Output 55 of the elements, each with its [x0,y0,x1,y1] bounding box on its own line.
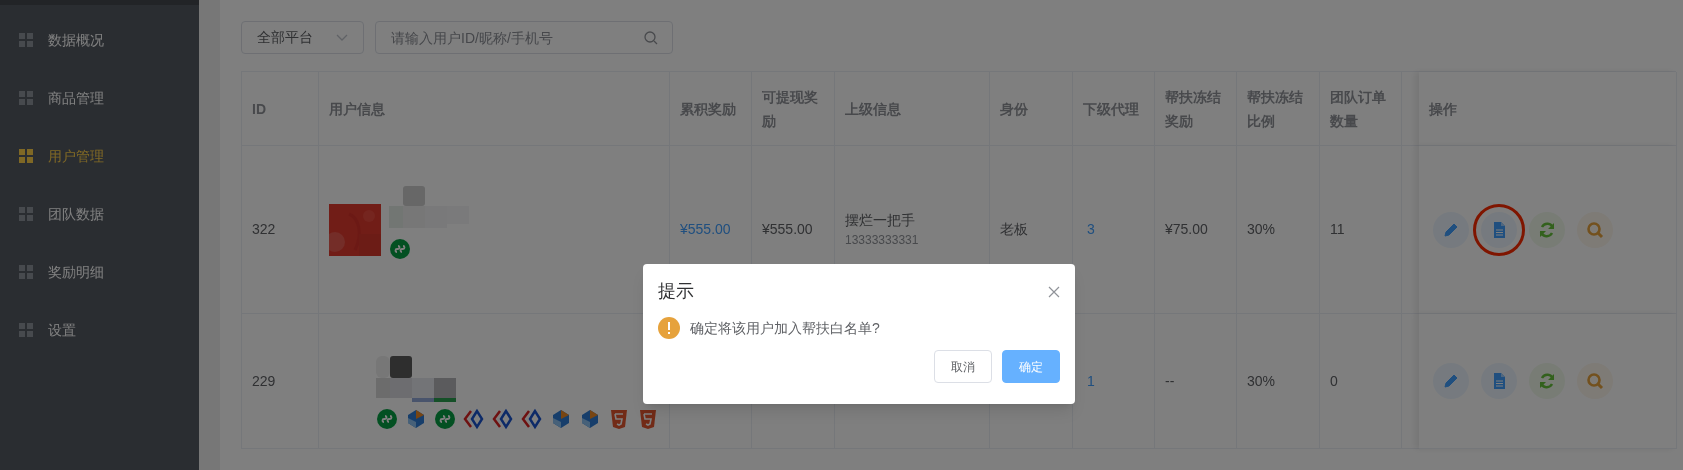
warning-icon [658,317,680,339]
dialog-message: 确定将该用户加入帮扶白名单? [690,318,880,338]
table-cell-text: 30% [1247,371,1276,391]
cube-icon [550,408,572,430]
chevron-diamond-icon [492,408,514,430]
grid-icon [19,91,33,105]
shield-five-icon [608,408,630,430]
grid-icon [19,149,33,163]
select-value: 全部平台 [257,28,313,47]
agent-count-link[interactable]: 1 [1083,370,1095,392]
menu-item[interactable]: 团队数据 [48,203,104,225]
platform-select[interactable]: 全部平台 [241,21,364,54]
chevron-down-icon [336,33,348,42]
menu-item[interactable]: 商品管理 [48,87,104,109]
link-badge-icon [389,237,411,260]
table-cell-text: ¥555.00 [762,220,813,239]
table-cell-text: 老板 [1000,220,1028,239]
search-icon [1584,370,1606,392]
dialog-title: 提示 [658,280,694,303]
table-cell-text: 322 [252,220,276,239]
table-cell-text: 摆烂一把手 [845,211,915,230]
table-cell-text: 0 [1330,371,1338,391]
cube-icon [579,408,601,430]
search-icon [644,31,658,45]
table-cell-text: 30% [1247,220,1276,239]
table-cell-text: ¥555.00 [680,220,731,239]
table-cell-text: -- [1165,371,1175,391]
cancel-button[interactable]: 取消 [934,350,992,383]
confirm-button[interactable]: 确定 [1002,350,1060,383]
action-button[interactable] [1529,363,1565,399]
chevron-diamond-icon [521,408,543,430]
grid-icon [19,207,33,221]
table-cell-text: ¥75.00 [1165,220,1208,239]
action-button[interactable] [1481,363,1517,399]
link-badge-icon [376,408,398,430]
grid-icon [19,323,33,337]
grid-icon [19,33,33,47]
action-button[interactable] [1433,363,1469,399]
menu-item[interactable]: 奖励明细 [48,261,104,283]
chevron-diamond-icon [463,408,485,430]
shield-five-icon [637,408,659,430]
menu-item[interactable]: 用户管理 [48,145,104,167]
agent-count-link[interactable]: 3 [1083,219,1095,240]
menu-item[interactable]: 设置 [48,319,76,341]
close-icon[interactable] [1048,285,1060,298]
table-cell-text: 229 [252,371,276,391]
link-badge-icon [434,408,456,430]
action-button[interactable] [1577,211,1613,248]
action-button[interactable] [1529,211,1565,248]
cube-icon [405,408,427,430]
table-cell-text: 11 [1330,220,1345,239]
action-button[interactable] [1577,363,1613,399]
menu-item[interactable]: 数据概况 [48,29,104,51]
grid-icon [19,265,33,279]
action-button[interactable] [1433,211,1469,248]
